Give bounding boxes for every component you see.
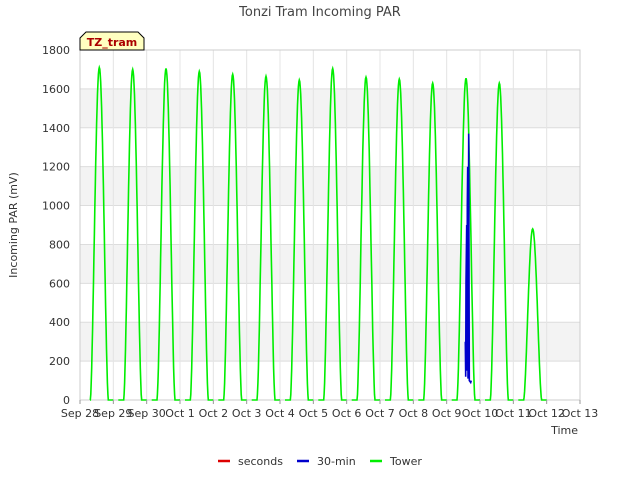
y-tick-label: 1800 [42,44,70,57]
x-tick-label: Oct 2 [199,407,229,420]
chart: 020040060080010001200140016001800 Sep 28… [7,5,598,468]
legend: seconds 30-min Tower [218,455,422,468]
y-tick-label: 400 [49,316,70,329]
x-tick-label: Oct 12 [528,407,565,420]
x-tick-label: Oct 7 [365,407,395,420]
legend-label: seconds [238,455,283,468]
plot-band [80,361,580,400]
legend-label: Tower [389,455,422,468]
x-tick-label: Sep 30 [128,407,166,420]
y-tick-label: 1400 [42,122,70,135]
chart-title: Tonzi Tram Incoming PAR [238,5,401,20]
x-tick-label: Oct 13 [562,407,599,420]
x-tick-label: Oct 10 [462,407,499,420]
plot-band [80,322,580,362]
y-tick-label: 1200 [42,161,70,174]
x-tick-label: Oct 11 [495,407,532,420]
x-tick-labels: Sep 28Sep 29Sep 30 Oct 1 Oct 2 Oct 3 Oct 4 Oc… [61,400,598,420]
legend-label: 30-min [317,455,356,468]
y-tick-labels: 0 200 400 600 800 1000 1200 1400 1600 1800 [42,44,70,407]
x-tick-label: Oct 9 [432,407,462,420]
x-tick-label: Oct 1 [165,407,195,420]
x-tick-label: Oct 4 [265,407,295,420]
y-tick-label: 1600 [42,83,70,96]
y-tick-label: 0 [63,394,70,407]
site-label-box: TZ_tram [79,31,145,51]
x-tick-label: Oct 6 [332,407,362,420]
x-tick-label: Oct 3 [232,407,262,420]
x-tick-label: Oct 8 [399,407,429,420]
y-axis-label: Incoming PAR (mV) [7,172,20,278]
site-label: TZ_tram [87,36,138,49]
x-tick-label: Oct 5 [299,407,329,420]
y-tick-label: 1000 [42,200,70,213]
y-tick-label: 800 [49,238,70,251]
plot-band [80,166,580,206]
plot-band [80,50,580,89]
y-tick-label: 600 [49,277,70,290]
x-axis-label: Time [550,424,578,437]
y-tick-label: 200 [49,355,70,368]
